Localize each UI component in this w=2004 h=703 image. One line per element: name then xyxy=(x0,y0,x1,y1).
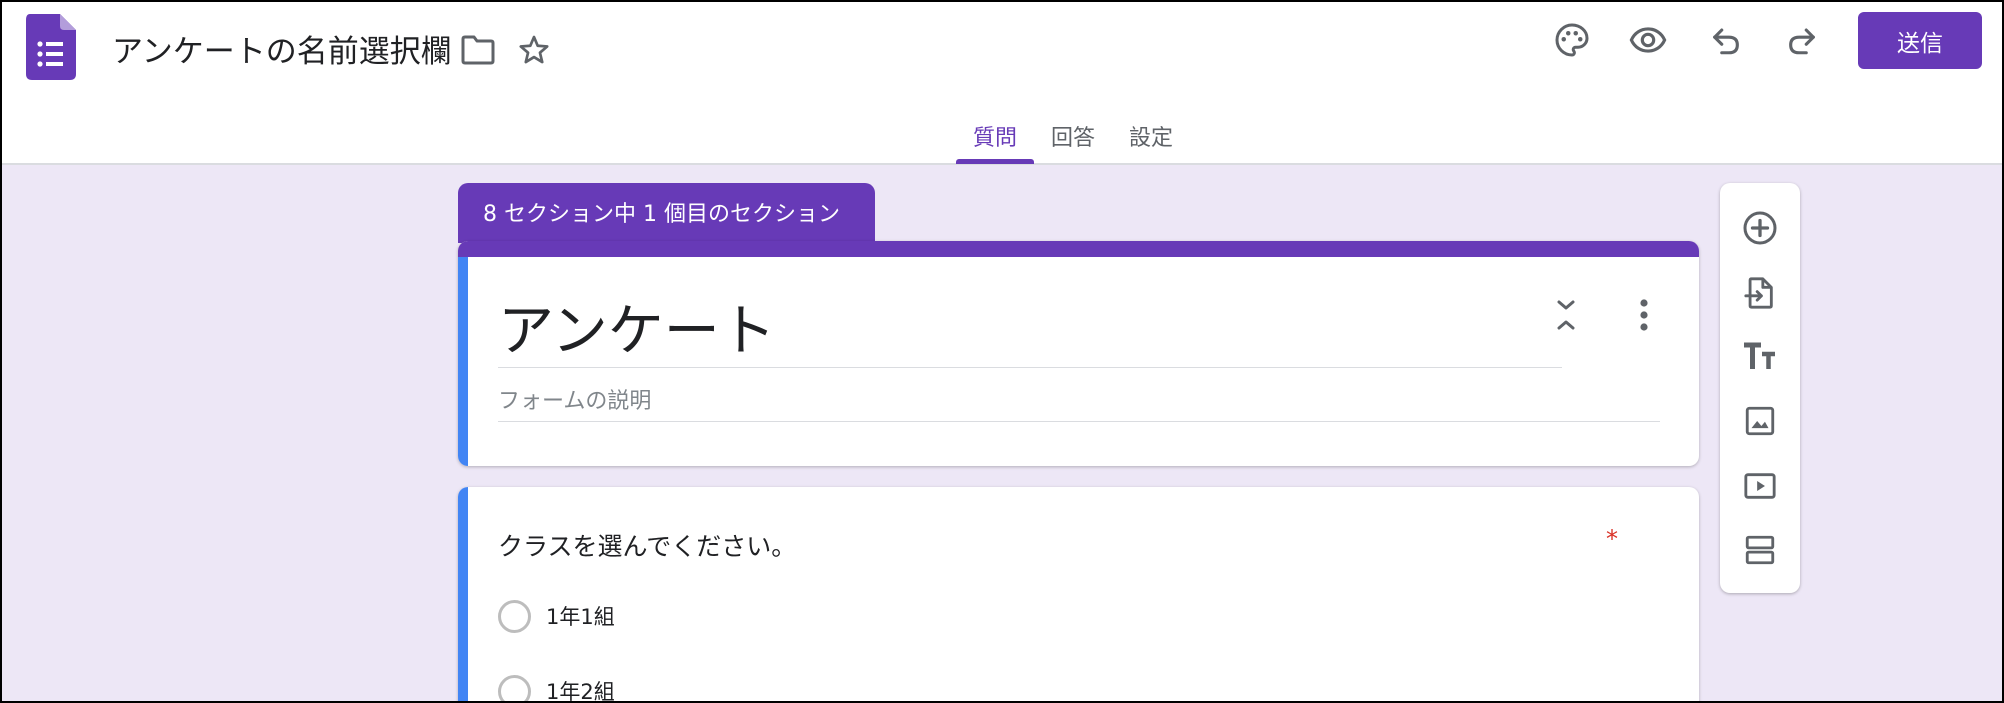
tab-bar: 質問 回答 設定 xyxy=(956,106,1190,164)
description-underline xyxy=(498,421,1660,422)
tab-questions[interactable]: 質問 xyxy=(956,106,1035,164)
radio-option[interactable]: 1年1組 xyxy=(498,599,615,633)
import-questions-button[interactable] xyxy=(1736,271,1784,319)
collapse-icon[interactable] xyxy=(1546,295,1586,335)
card-focus-indicator xyxy=(458,487,468,703)
palette-icon[interactable] xyxy=(1548,16,1596,64)
text-title-icon xyxy=(1742,342,1778,376)
star-icon[interactable] xyxy=(512,28,556,72)
redo-icon[interactable] xyxy=(1778,16,1826,64)
title-underline xyxy=(498,367,1562,368)
form-title-field[interactable]: アンケート xyxy=(498,286,776,367)
tab-responses[interactable]: 回答 xyxy=(1034,106,1112,164)
send-button[interactable]: 送信 xyxy=(1858,12,1982,69)
form-description-field[interactable]: フォームの説明 xyxy=(498,383,651,415)
add-section-button[interactable] xyxy=(1736,528,1784,576)
video-icon xyxy=(1742,469,1778,507)
folder-icon[interactable] xyxy=(456,28,500,72)
card-top-accent xyxy=(458,241,1699,257)
radio-button[interactable] xyxy=(498,599,531,633)
radio-button[interactable] xyxy=(498,674,531,703)
forms-logo-icon[interactable] xyxy=(26,14,76,80)
add-question-button[interactable] xyxy=(1736,206,1784,254)
eye-icon[interactable] xyxy=(1624,16,1672,64)
add-video-button[interactable] xyxy=(1736,464,1784,512)
more-vert-icon[interactable] xyxy=(1624,295,1664,335)
card-focus-indicator xyxy=(458,257,468,466)
image-icon xyxy=(1743,404,1777,442)
option-label: 1年2組 xyxy=(546,680,615,703)
add-title-button[interactable] xyxy=(1736,335,1784,383)
import-icon xyxy=(1743,275,1777,315)
section-icon xyxy=(1742,533,1778,571)
radio-option[interactable]: 1年2組 xyxy=(498,674,615,703)
app-header: アンケートの名前選択欄 送信 質問 回答 設定 xyxy=(0,0,2004,165)
option-label: 1年1組 xyxy=(546,605,615,629)
add-circle-icon xyxy=(1742,210,1778,250)
floating-toolbar xyxy=(1720,183,1800,593)
section-indicator: 8 セクション中 1 個目のセクション xyxy=(458,183,875,243)
question-card[interactable]: クラスを選んでください。 * 1年1組 1年2組 xyxy=(458,487,1699,703)
required-asterisk: * xyxy=(1606,525,1618,553)
undo-icon[interactable] xyxy=(1702,16,1750,64)
form-title-card[interactable]: アンケート フォームの説明 xyxy=(458,241,1699,466)
document-title[interactable]: アンケートの名前選択欄 xyxy=(112,26,452,71)
tab-settings[interactable]: 設定 xyxy=(1112,106,1190,164)
question-title[interactable]: クラスを選んでください。 xyxy=(498,527,796,563)
add-image-button[interactable] xyxy=(1736,399,1784,447)
